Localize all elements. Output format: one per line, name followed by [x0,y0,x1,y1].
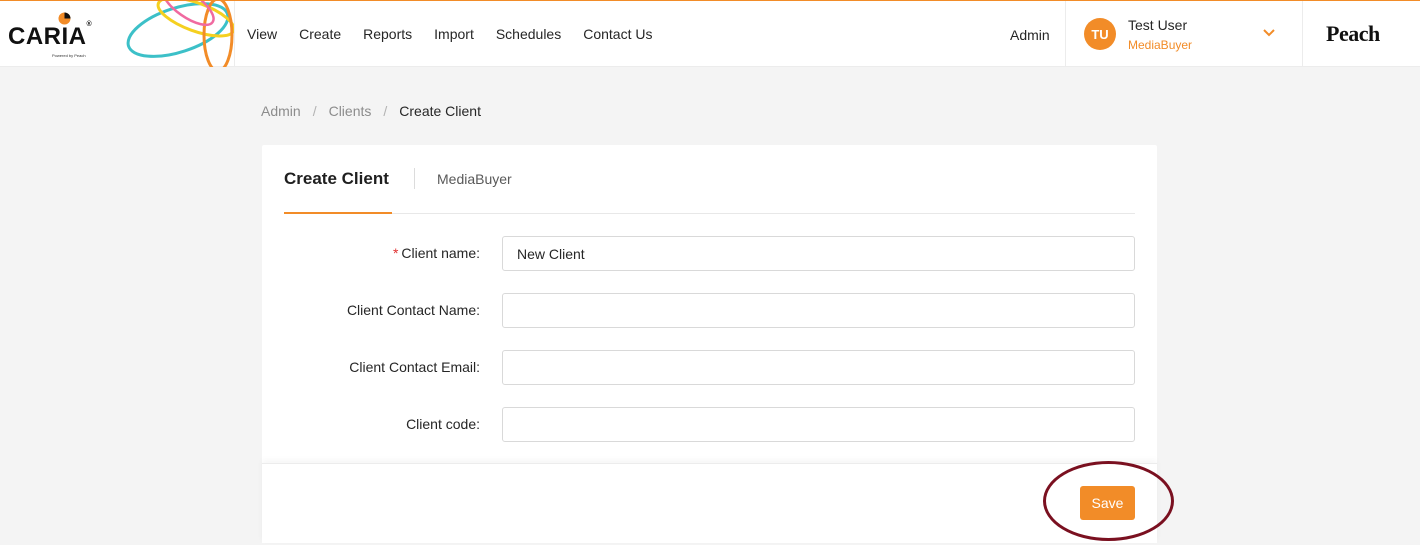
form-row-client-contact-email: Client Contact Email: [262,350,1157,385]
top-bar: CARIA® Powered by Peach View Create Repo… [0,0,1420,67]
client-contact-name-label: Client Contact Name: [346,302,480,318]
breadcrumb: Admin / Clients / Create Client [261,103,481,119]
client-code-label: Client code: [406,416,480,432]
nav-view[interactable]: View [247,26,277,42]
breadcrumb-separator: / [312,103,317,119]
user-name: Test User [1128,17,1188,33]
breadcrumb-clients[interactable]: Clients [329,103,372,119]
caria-logo-tagline: Powered by Peach [52,53,86,58]
caria-logo[interactable]: CARIA® Powered by Peach [0,1,235,67]
nav-schedules[interactable]: Schedules [496,26,561,42]
decorative-swirl-icon [126,1,234,67]
nav-import[interactable]: Import [434,26,474,42]
active-tab-indicator [284,212,392,214]
nav-create[interactable]: Create [299,26,341,42]
nav-contact-us[interactable]: Contact Us [583,26,652,42]
caria-logo-text: CARIA® [8,21,93,50]
main-nav: View Create Reports Import Schedules Con… [247,1,674,67]
nav-reports[interactable]: Reports [363,26,412,42]
card-tabs: Create Client MediaBuyer [284,145,1135,214]
create-client-card: Create Client MediaBuyer *Client name: C… [262,145,1157,543]
form-row-client-contact-name: Client Contact Name: [262,293,1157,328]
form-row-client-name: * Client name: [262,236,1157,271]
peach-logo[interactable]: Peach [1326,21,1380,47]
form-row-client-code: Client code: [262,407,1157,442]
breadcrumb-current: Create Client [399,103,481,119]
client-contact-name-input[interactable] [502,293,1135,328]
tab-divider [414,168,415,189]
user-role: MediaBuyer [1128,38,1193,52]
tab-create-client[interactable]: Create Client [284,169,389,189]
client-name-label: * Client name: [392,245,480,261]
card-footer [262,463,1157,543]
client-contact-email-input[interactable] [502,350,1135,385]
avatar: TU [1084,18,1116,50]
required-marker: * [392,245,399,261]
tab-mediabuyer[interactable]: MediaBuyer [437,171,512,187]
chevron-down-icon[interactable] [1262,28,1276,38]
client-contact-email-label: Client Contact Email: [349,359,480,375]
save-button[interactable]: Save [1080,486,1135,520]
breadcrumb-separator: / [383,103,388,119]
client-name-input[interactable] [502,236,1135,271]
breadcrumb-admin[interactable]: Admin [261,103,301,119]
admin-link[interactable]: Admin [1010,27,1050,43]
user-menu[interactable]: TU Test User MediaBuyer [1065,1,1303,67]
client-code-input[interactable] [502,407,1135,442]
